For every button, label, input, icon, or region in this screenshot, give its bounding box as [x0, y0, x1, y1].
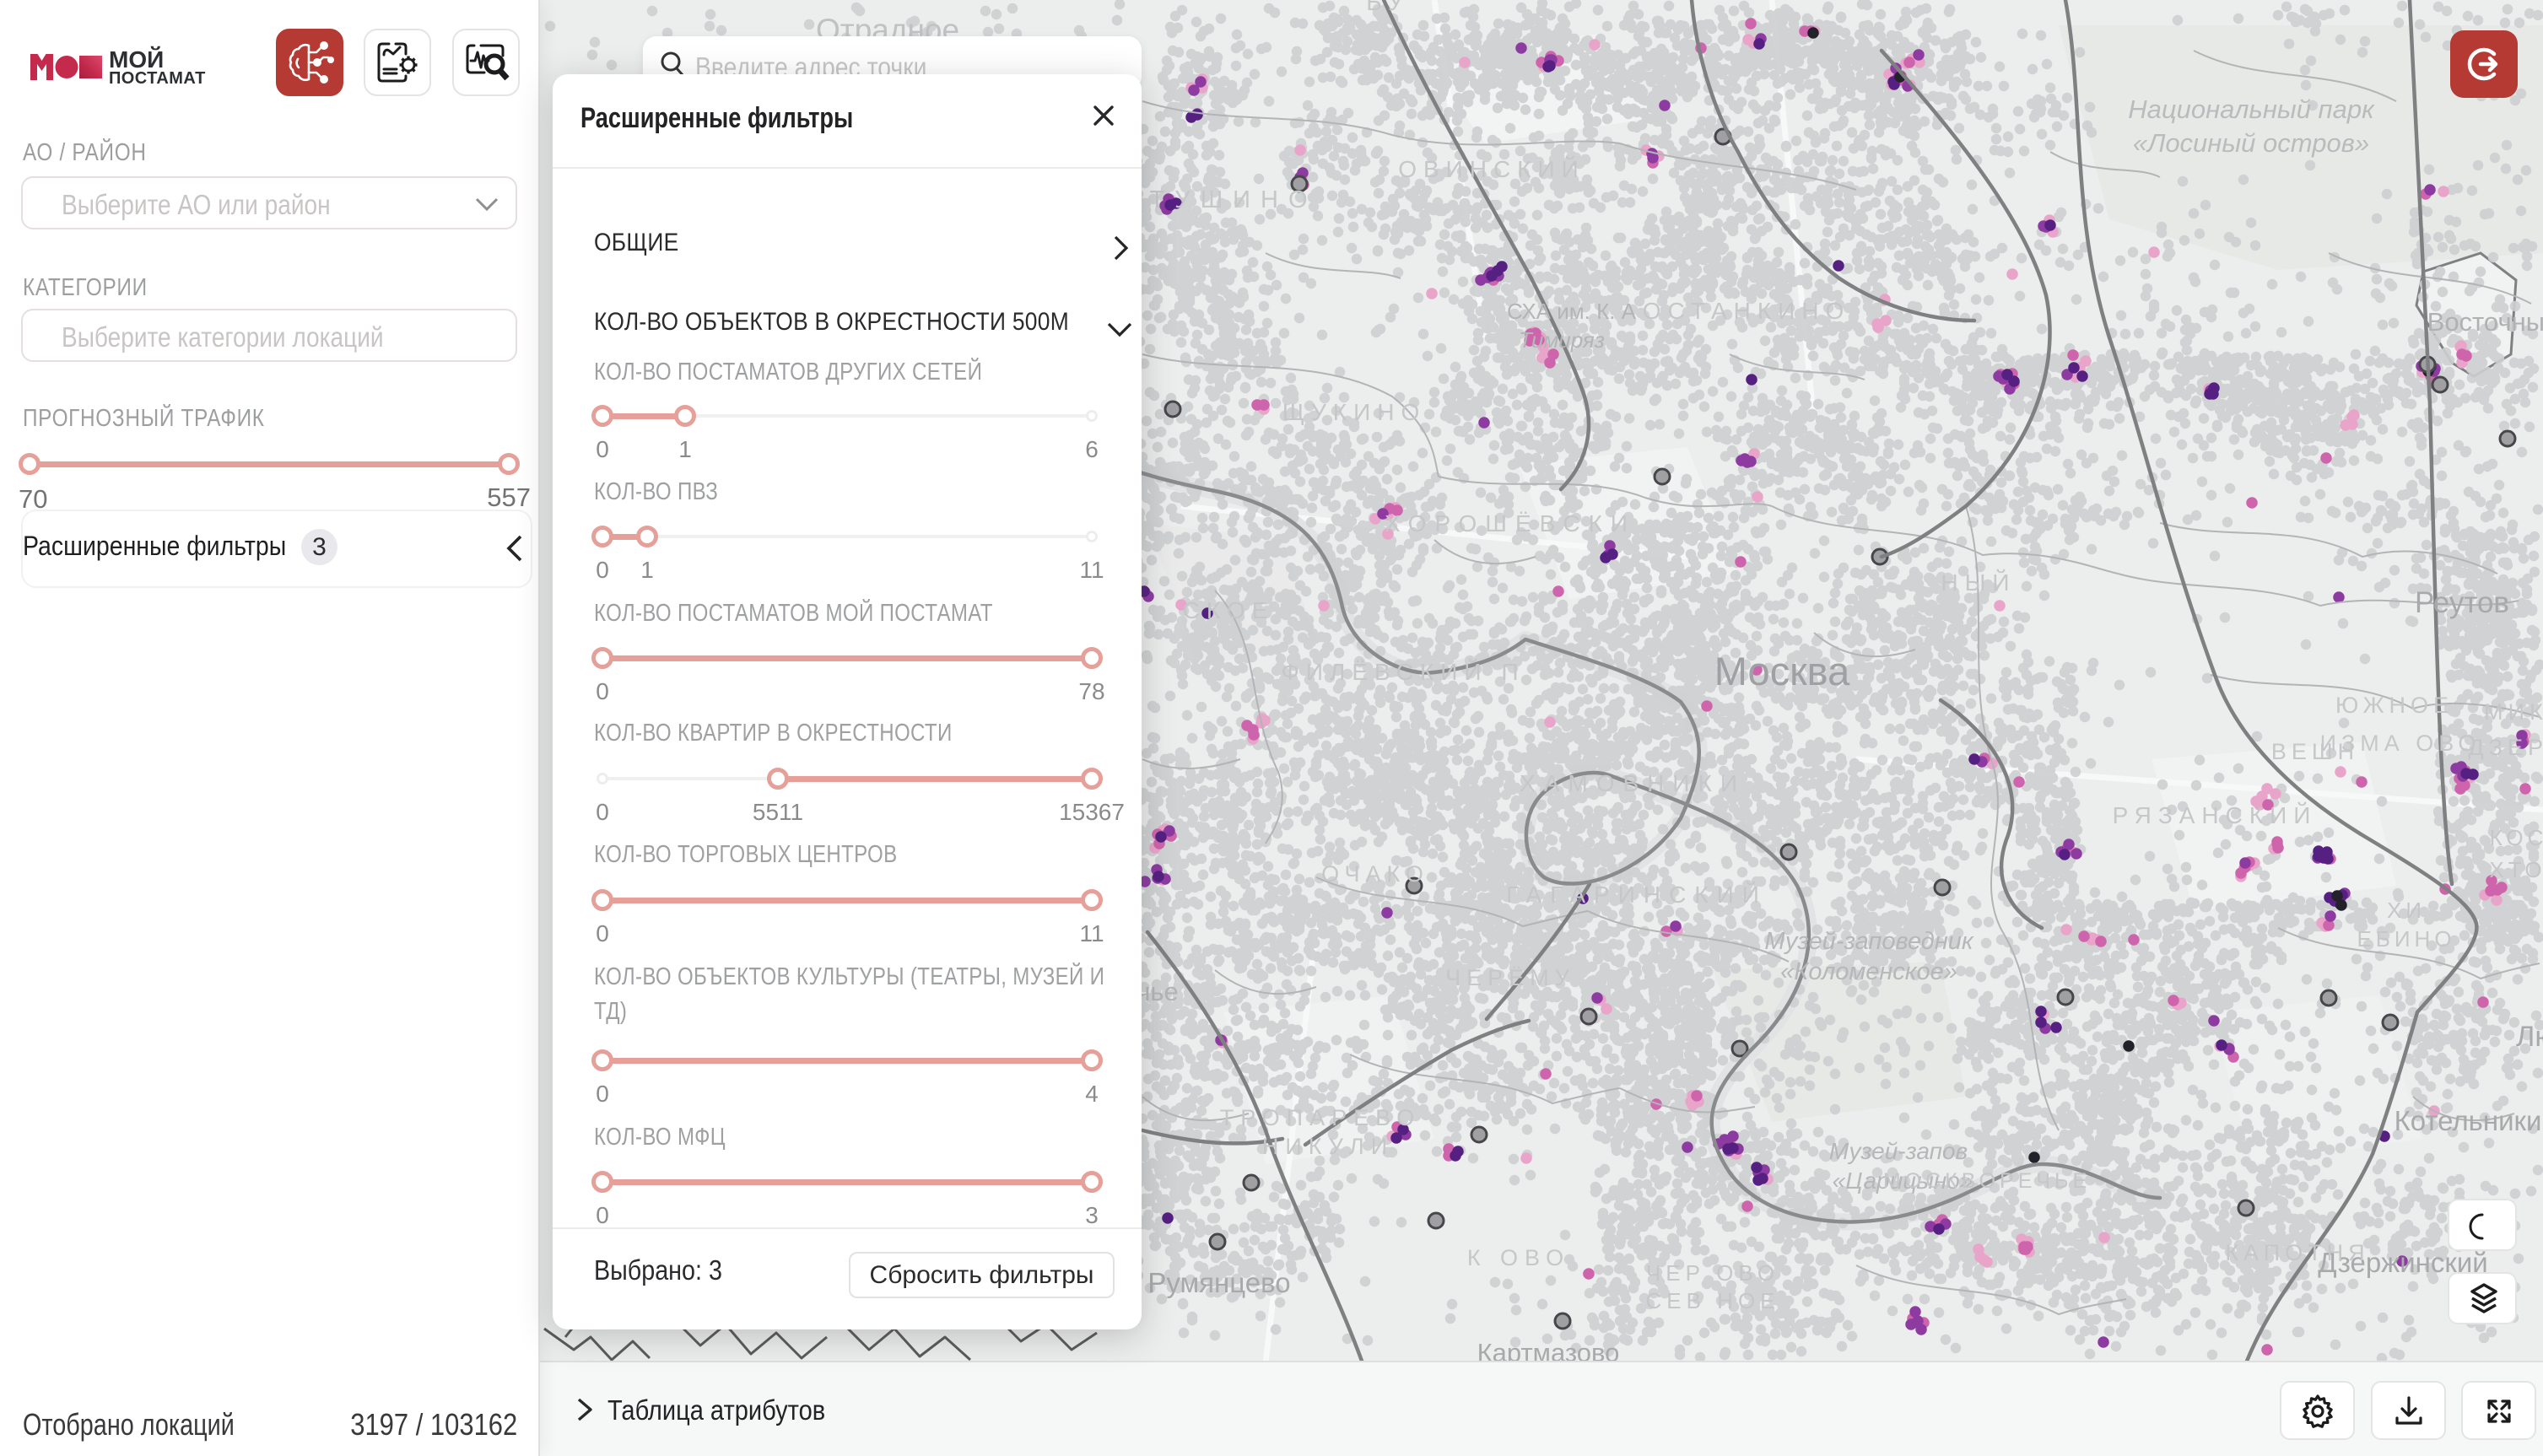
svg-text:Румянцево: Румянцево	[1147, 1267, 1290, 1298]
svg-text:ВЕШН: ВЕШН	[2271, 739, 2359, 764]
svg-text:ХИ: ХИ	[2387, 898, 2426, 923]
svg-text:Восточный: Восточный	[2427, 307, 2543, 337]
svg-text:СКОЕ: СКОЕ	[1183, 597, 1275, 623]
svg-text:ОСТАНКИНО: ОСТАНКИНО	[1643, 298, 1851, 324]
svg-text:ДЗЕРЖ: ДЗЕРЖ	[2468, 735, 2543, 760]
svg-text:ЧЕР ОВО: ЧЕР ОВО	[1646, 1260, 1779, 1286]
svg-text:К ОВО: К ОВО	[1467, 1245, 1570, 1270]
svg-text:Музей-запов: Музей-запов	[1829, 1138, 1968, 1164]
svg-text:Музей-заповедник: Музей-заповедник	[1764, 928, 1974, 955]
svg-text:ХТО: ХТО	[2489, 857, 2543, 882]
svg-text:БУ: БУ	[1366, 0, 1410, 15]
svg-text:ЮЖНОЕ: ЮЖНОЕ	[2335, 693, 2454, 718]
svg-text:ТРОПАРЕВО: ТРОПАРЕВО	[1220, 1105, 1421, 1130]
svg-text:СЕВ НОЕ: СЕВ НОЕ	[1645, 1288, 1779, 1313]
svg-text:Любе: Любе	[2516, 1021, 2543, 1053]
svg-text:ГАГАРИНСКИЙ: ГАГАРИНСКИЙ	[1506, 882, 1768, 908]
svg-text:ХАМОВНИКИ: ХАМОВНИКИ	[1520, 770, 1746, 796]
svg-text:Тимиряз: Тимиряз	[1519, 327, 1605, 353]
svg-text:ТУШИНО: ТУШИНО	[1149, 186, 1317, 213]
svg-text:НЫЙ: НЫЙ	[1941, 569, 2016, 596]
svg-text:ХОРОШЁВСКИ: ХОРОШЁВСКИ	[1385, 510, 1636, 537]
svg-text:Реутов: Реутов	[2415, 586, 2509, 619]
svg-text:ОВИНСКИЙ: ОВИНСКИЙ	[1398, 156, 1585, 182]
svg-text:Картмазово: Картмазово	[1477, 1338, 1620, 1361]
svg-text:СХА им. К. А: СХА им. К. А	[1507, 299, 1637, 324]
svg-text:Котельники: Котельники	[2395, 1105, 2542, 1136]
svg-text:Национальный парк: Национальный парк	[2128, 94, 2375, 124]
svg-text:КАПОТНЯ: КАПОТНЯ	[2225, 1240, 2369, 1265]
svg-text:МИК: МИК	[2484, 699, 2543, 725]
svg-text:ЩУКИНО: ЩУКИНО	[1282, 399, 1426, 425]
svg-text:РЯЗАНСКИЙ: РЯЗАНСКИЙ	[2113, 802, 2318, 828]
svg-text:ЧЕРЁМУ: ЧЕРЁМУ	[1445, 965, 1575, 990]
svg-text:«Коломенское»: «Коломенское»	[1780, 958, 1957, 985]
svg-text:КОС: КОС	[2490, 825, 2543, 850]
svg-text:МОСКВОРЕЧЬЕ: МОСКВОРЕЧЬЕ	[1883, 1169, 2091, 1193]
svg-text:ПОСТАМАТ: ПОСТАМАТ	[109, 69, 206, 88]
svg-text:Москва: Москва	[1714, 649, 1850, 693]
svg-text:«Лосиный остров»: «Лосиный остров»	[2133, 128, 2369, 158]
svg-text:НИКУЛИ: НИКУЛИ	[1262, 1134, 1394, 1159]
svg-text:ФИЛЁВСКИЙ П: ФИЛЁВСКИЙ П	[1282, 659, 1525, 685]
svg-text:чье: чье	[1137, 977, 1179, 1006]
svg-text:ОЧАКО: ОЧАКО	[1321, 861, 1429, 887]
svg-text:ЕБИНО: ЕБИНО	[2357, 926, 2455, 952]
